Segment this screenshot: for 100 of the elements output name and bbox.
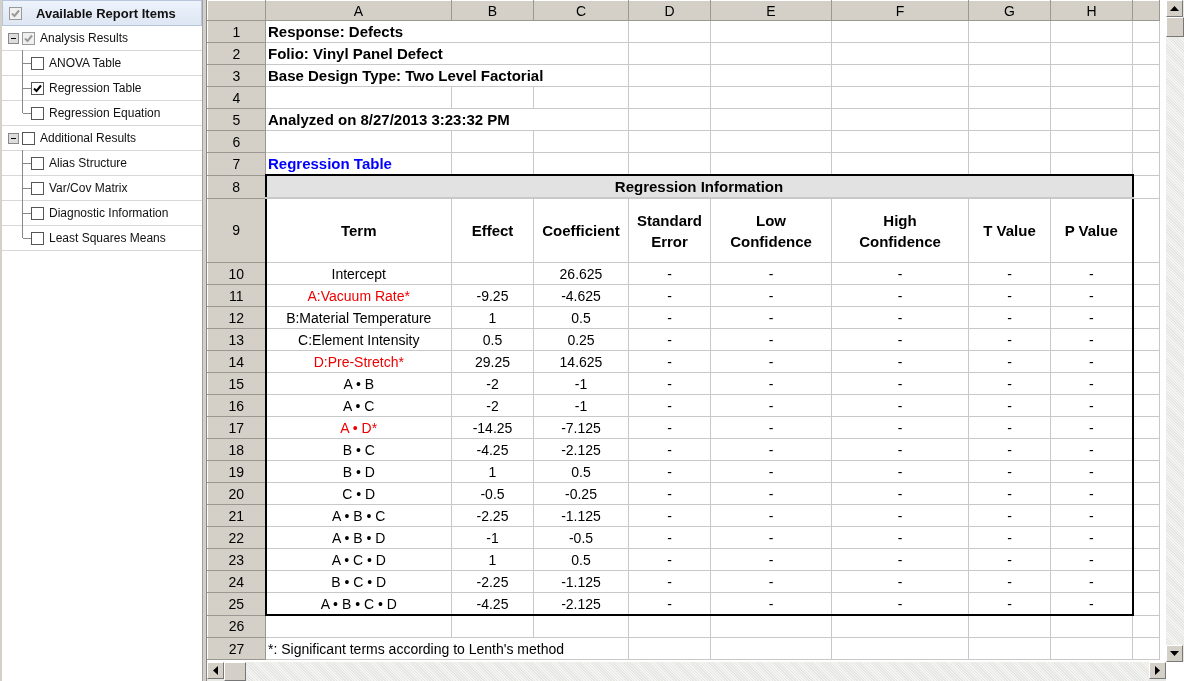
table-cell: - — [968, 372, 1051, 395]
row-header[interactable]: 20 — [207, 482, 266, 505]
column-header[interactable]: D — [628, 0, 711, 21]
scroll-right-icon[interactable] — [1149, 662, 1166, 679]
row-header[interactable]: 17 — [207, 416, 266, 439]
row-header[interactable]: 22 — [207, 526, 266, 549]
checkbox[interactable] — [31, 231, 44, 245]
column-header[interactable]: F — [831, 0, 969, 21]
checkbox[interactable] — [9, 6, 22, 20]
table-cell: - — [831, 350, 969, 373]
column-header[interactable]: A — [265, 0, 452, 21]
table-cell: - — [831, 548, 969, 571]
row-header[interactable]: 23 — [207, 548, 266, 571]
row-header[interactable]: 9 — [207, 198, 266, 263]
table-cell: A • B • C • D — [265, 592, 452, 615]
checkbox[interactable] — [31, 156, 44, 170]
row-header[interactable]: 19 — [207, 460, 266, 483]
row-header[interactable]: 3 — [207, 64, 266, 87]
column-header[interactable]: E — [710, 0, 832, 21]
tree-item-label[interactable]: Diagnostic Information — [49, 206, 169, 220]
table-cell: - — [968, 460, 1051, 483]
row-header[interactable]: 14 — [207, 350, 266, 373]
scroll-left-icon[interactable] — [207, 662, 224, 679]
checkbox[interactable] — [31, 81, 44, 95]
tree-item-label[interactable]: Additional Results — [40, 131, 137, 145]
scroll-thumb[interactable] — [1166, 17, 1184, 37]
row-header[interactable]: 21 — [207, 504, 266, 527]
table-cell: 0.25 — [533, 328, 629, 351]
table-cell: - — [710, 306, 832, 329]
row-header[interactable]: 11 — [207, 284, 266, 307]
table-cell: -4.25 — [451, 592, 534, 615]
checkbox[interactable] — [31, 206, 44, 220]
row-header[interactable]: 1 — [207, 20, 266, 43]
checkbox[interactable] — [31, 181, 44, 195]
table-cell: - — [628, 394, 711, 417]
table-cell: - — [628, 592, 711, 615]
table-cell: -2.25 — [451, 504, 534, 527]
table-cell: 0.5 — [533, 548, 629, 571]
horizontal-scrollbar[interactable] — [207, 662, 1166, 681]
scroll-up-icon[interactable] — [1166, 0, 1183, 17]
collapse-icon[interactable] — [8, 132, 19, 144]
table-cell: A • B • D — [265, 526, 452, 549]
table-cell: - — [710, 284, 832, 307]
row-header[interactable]: 6 — [207, 130, 266, 153]
table-cell: - — [710, 526, 832, 549]
column-header[interactable]: G — [968, 0, 1051, 21]
tree-item-label[interactable]: Regression Equation — [49, 106, 161, 120]
tree-item-label[interactable]: Analysis Results — [40, 31, 129, 45]
row-header[interactable]: 12 — [207, 306, 266, 329]
footnote-text: *: Significant terms according to Lenth's method — [265, 637, 629, 660]
row-header[interactable]: 18 — [207, 438, 266, 461]
tree-item-label[interactable]: Least Squares Means — [49, 231, 166, 245]
row-header[interactable]: 4 — [207, 86, 266, 109]
row-header[interactable]: 24 — [207, 570, 266, 593]
column-header[interactable]: B — [451, 0, 534, 21]
tree-item-label[interactable]: Regression Table — [49, 81, 142, 95]
tree-item-label[interactable]: Alias Structure — [49, 156, 128, 170]
row-header[interactable]: 26 — [207, 615, 266, 638]
row-header[interactable]: 7 — [207, 152, 266, 175]
checkbox[interactable] — [22, 131, 35, 145]
tree-item-label[interactable]: Var/Cov Matrix — [49, 181, 128, 195]
checkbox[interactable] — [31, 106, 44, 120]
table-cell: - — [968, 482, 1051, 505]
row-header[interactable]: 16 — [207, 394, 266, 417]
checkbox[interactable] — [31, 56, 44, 70]
table-cell: - — [1050, 328, 1133, 351]
table-cell: - — [831, 284, 969, 307]
row-header[interactable]: 27 — [207, 637, 266, 660]
checkbox[interactable] — [22, 31, 35, 45]
table-cell: - — [968, 504, 1051, 527]
table-cell: - — [1050, 592, 1133, 615]
table-cell: - — [710, 504, 832, 527]
panel-title: Available Report Items — [36, 5, 176, 21]
table-cell: Intercept — [265, 262, 452, 285]
row-header[interactable]: 13 — [207, 328, 266, 351]
row-header[interactable]: 5 — [207, 108, 266, 131]
table-cell: - — [628, 372, 711, 395]
tree-item-label[interactable]: ANOVA Table — [49, 56, 122, 70]
table-cell: -2.25 — [451, 570, 534, 593]
row-header[interactable]: 2 — [207, 42, 266, 65]
column-header[interactable]: H — [1050, 0, 1133, 21]
table-cell: - — [628, 262, 711, 285]
vertical-scrollbar[interactable] — [1166, 0, 1184, 662]
report-info-text: Response: Defects — [265, 20, 629, 43]
table-cell: 1 — [451, 306, 534, 329]
scroll-down-icon[interactable] — [1166, 645, 1183, 662]
table-cell: - — [831, 504, 969, 527]
row-header[interactable]: 25 — [207, 592, 266, 615]
row-header[interactable]: 8 — [207, 175, 266, 198]
table-cell: - — [968, 416, 1051, 439]
table-cell: - — [968, 592, 1051, 615]
row-header[interactable]: 10 — [207, 262, 266, 285]
table-cell: - — [1050, 548, 1133, 571]
column-heading: P Value — [1050, 198, 1133, 263]
table-cell: - — [831, 262, 969, 285]
column-header[interactable]: C — [533, 0, 629, 21]
row-header[interactable]: 15 — [207, 372, 266, 395]
scroll-thumb[interactable] — [224, 662, 246, 681]
table-cell: -2 — [451, 394, 534, 417]
collapse-icon[interactable] — [8, 32, 19, 44]
